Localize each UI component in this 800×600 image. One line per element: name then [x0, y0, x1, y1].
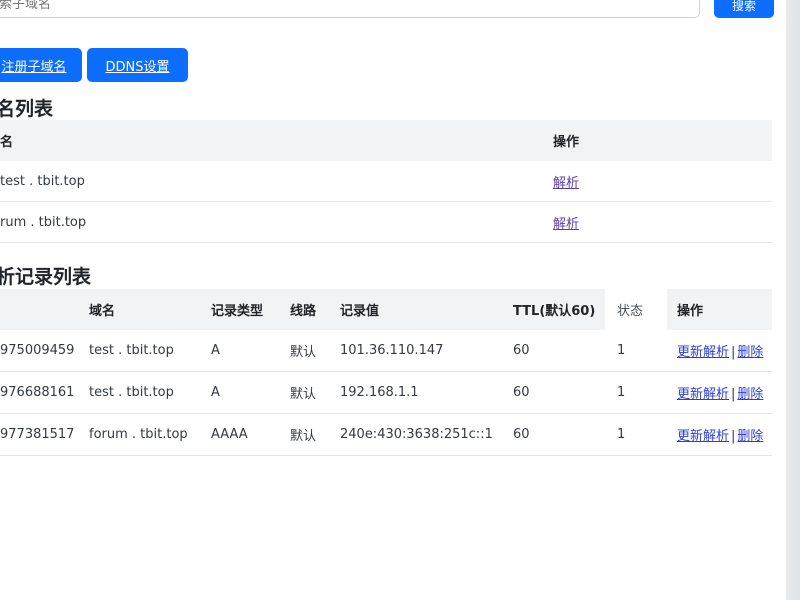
record-domain-cell: forum . tbit.top	[89, 413, 211, 456]
table-row: 977381517 forum . tbit.top AAAA 默认 240e:…	[0, 413, 772, 456]
column-header-action: 操作	[667, 289, 772, 330]
domain-cell: test . tbit.top	[0, 161, 553, 202]
domain-cell: rum . tbit.top	[0, 201, 553, 243]
update-record-link[interactable]: 更新解析	[677, 429, 729, 444]
update-record-link[interactable]: 更新解析	[677, 387, 729, 402]
record-domain-cell: test . tbit.top	[89, 371, 211, 414]
domain-list-title: 名列表	[0, 98, 54, 120]
record-line-cell: 默认	[290, 371, 340, 414]
record-domain-cell: test . tbit.top	[89, 330, 211, 372]
record-action-cell: 更新解析 | 删除	[667, 371, 772, 414]
action-cell: 解析	[553, 161, 772, 202]
register-subdomain-button[interactable]: 注册子域名	[0, 48, 82, 82]
delete-record-link[interactable]: 删除	[737, 429, 763, 444]
delete-record-link[interactable]: 删除	[737, 387, 763, 402]
table-row: test . tbit.top 解析	[0, 161, 772, 202]
record-id-cell: 977381517	[0, 413, 89, 456]
record-type-cell: A	[211, 330, 290, 372]
update-record-link[interactable]: 更新解析	[677, 345, 729, 360]
record-ttl-cell: 60	[513, 413, 605, 456]
record-type-cell: A	[211, 371, 290, 414]
column-header-value: 记录值	[340, 289, 513, 330]
column-header-action: 操作	[553, 120, 772, 161]
table-row: rum . tbit.top 解析	[0, 201, 772, 243]
table-row: 975009459 test . tbit.top A 默认 101.36.11…	[0, 330, 772, 372]
column-header-domain: 名	[0, 120, 553, 161]
record-status-cell: 1	[605, 413, 667, 456]
record-line-cell: 默认	[290, 330, 340, 372]
record-ttl-cell: 60	[513, 371, 605, 414]
record-value-cell: 192.168.1.1	[340, 371, 513, 414]
column-header-status: 状态	[605, 289, 667, 330]
records-list-title: 析记录列表	[0, 266, 92, 288]
domain-table: 名 操作 test . tbit.top 解析 rum . tbit.top 解…	[0, 120, 772, 243]
record-status-cell: 1	[605, 371, 667, 414]
ddns-settings-button[interactable]: DDNS设置	[87, 48, 188, 82]
record-value-cell: 240e:430:3638:251c::1	[340, 413, 513, 456]
resolve-link[interactable]: 解析	[553, 176, 579, 191]
column-header-domain: 域名	[89, 289, 211, 330]
column-header-line: 线路	[290, 289, 340, 330]
column-header-id	[0, 289, 89, 330]
record-id-cell: 975009459	[0, 330, 89, 372]
records-table-header: 域名 记录类型 线路 记录值 TTL(默认60) 状态 操作	[0, 289, 772, 330]
page: 搜索 注册子域名 DDNS设置 名列表 名 操作 test . tbit.top…	[0, 0, 786, 600]
action-cell: 解析	[553, 201, 772, 243]
search-input[interactable]	[0, 0, 700, 18]
domain-table-header: 名 操作	[0, 120, 772, 161]
resolve-link[interactable]: 解析	[553, 217, 579, 232]
record-value-cell: 101.36.110.147	[340, 330, 513, 372]
scrollbar-area	[786, 0, 800, 600]
record-action-cell: 更新解析 | 删除	[667, 413, 772, 456]
column-header-record-type: 记录类型	[211, 289, 290, 330]
record-type-cell: AAAA	[211, 413, 290, 456]
record-ttl-cell: 60	[513, 330, 605, 372]
records-table: 域名 记录类型 线路 记录值 TTL(默认60) 状态 操作 975009459…	[0, 289, 772, 456]
column-header-ttl: TTL(默认60)	[513, 289, 605, 330]
search-button[interactable]: 搜索	[714, 0, 774, 18]
delete-record-link[interactable]: 删除	[737, 345, 763, 360]
record-status-cell: 1	[605, 330, 667, 372]
table-row: 976688161 test . tbit.top A 默认 192.168.1…	[0, 371, 772, 414]
record-line-cell: 默认	[290, 413, 340, 456]
record-action-cell: 更新解析 | 删除	[667, 330, 772, 372]
record-id-cell: 976688161	[0, 371, 89, 414]
